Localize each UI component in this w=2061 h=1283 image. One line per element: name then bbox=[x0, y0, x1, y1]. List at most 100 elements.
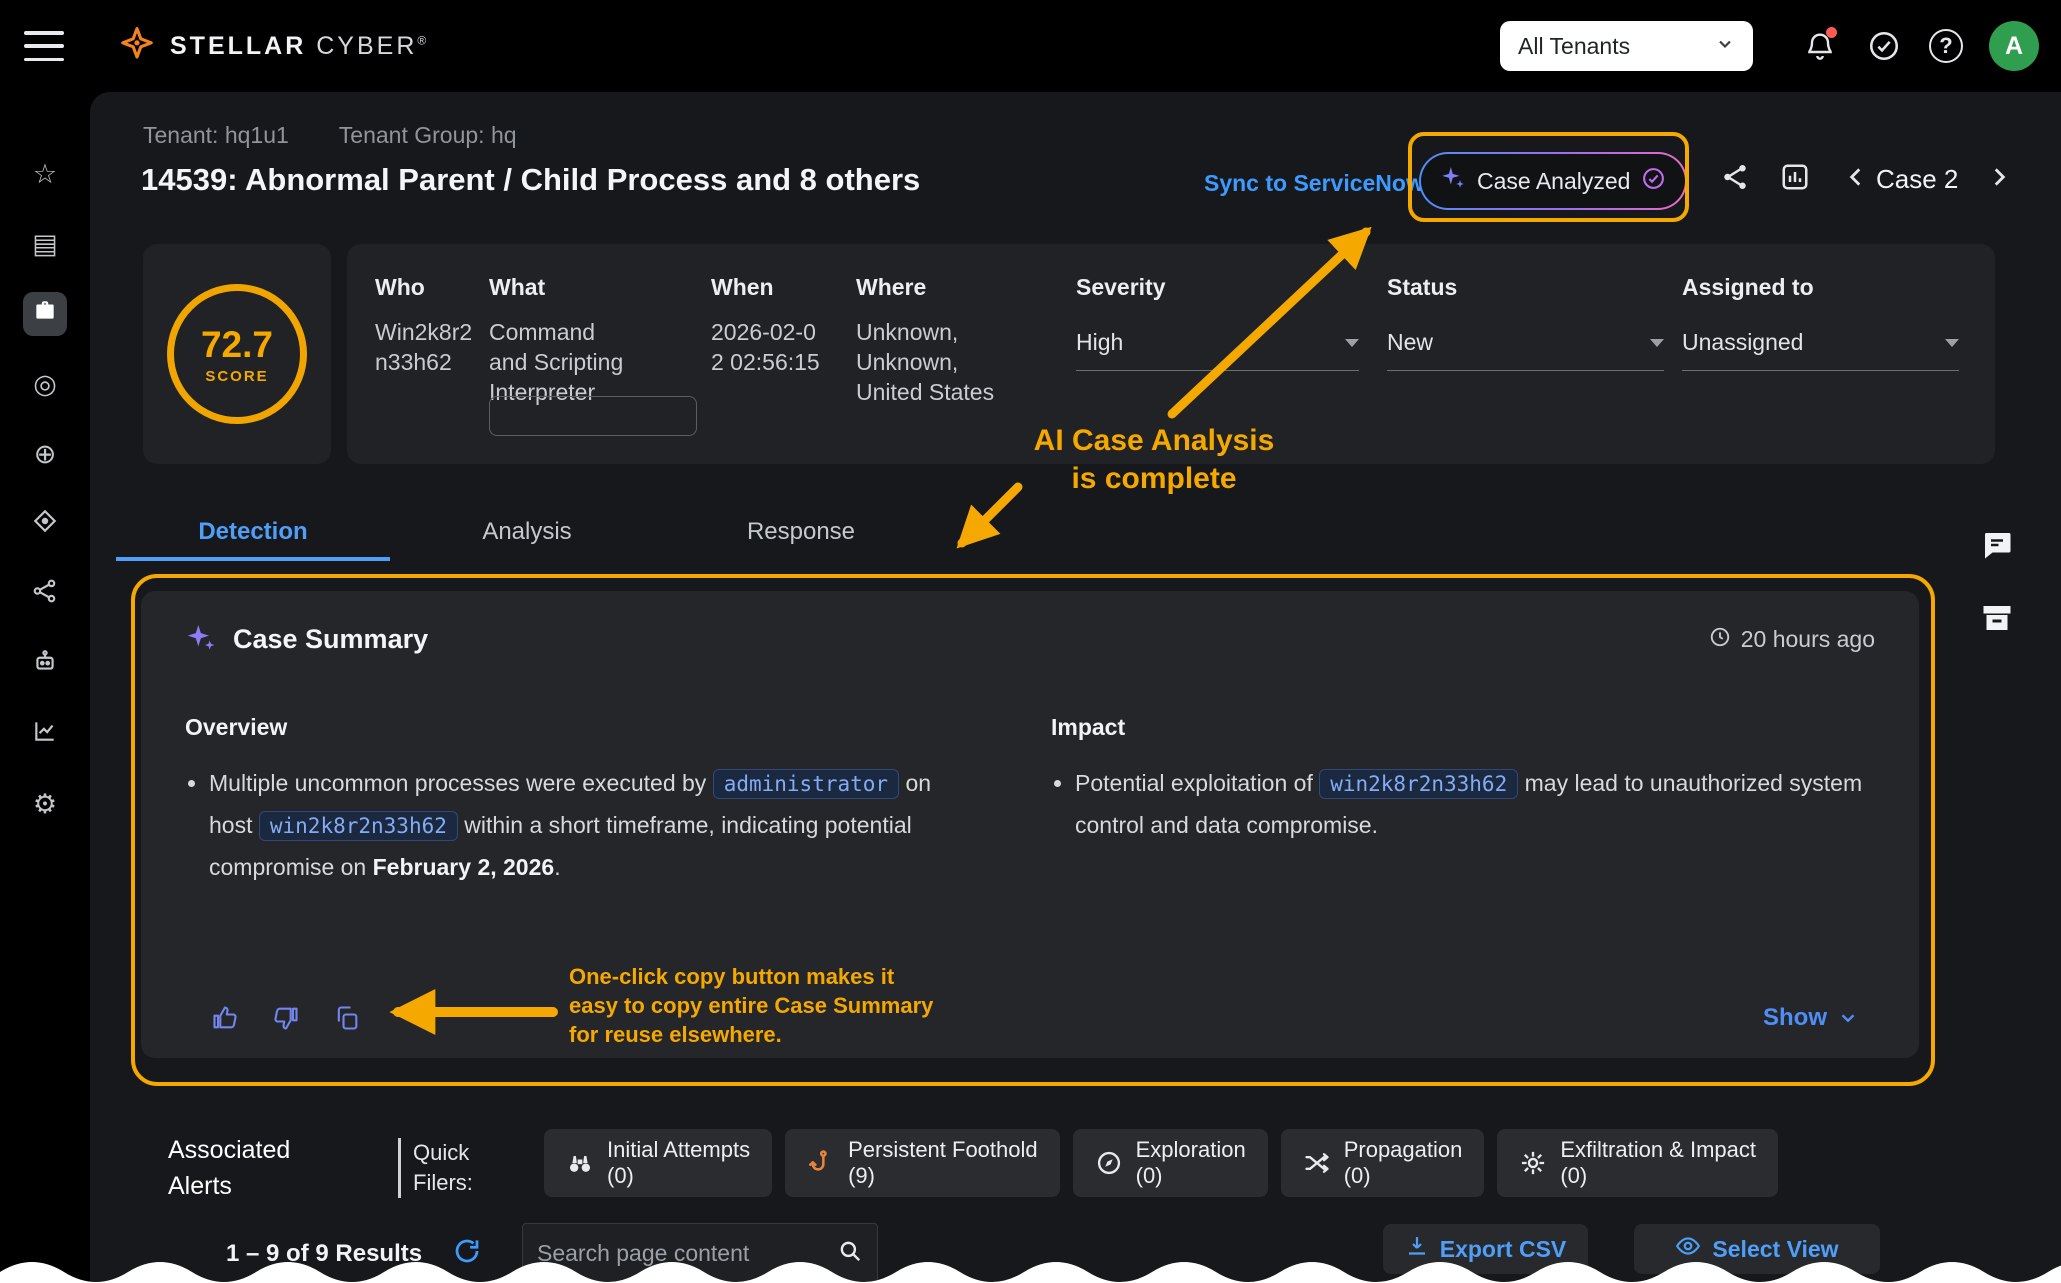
robot-icon bbox=[32, 648, 58, 681]
quick-filters-label: Quick Filers: bbox=[398, 1138, 504, 1198]
ai-sparkle-icon bbox=[185, 621, 217, 658]
overview-section: Overview Multiple uncommon processes wer… bbox=[185, 714, 945, 888]
stats-icon[interactable] bbox=[1780, 162, 1810, 197]
archive-panel-icon[interactable] bbox=[1979, 600, 2015, 641]
where-label: Where bbox=[856, 274, 1026, 301]
tab-analysis[interactable]: Analysis bbox=[390, 507, 664, 561]
bullseye-icon: ◎ bbox=[33, 369, 57, 400]
entity-chip[interactable]: win2k8r2n33h62 bbox=[1319, 769, 1518, 799]
sidebar-item-dashboards[interactable]: ▤ bbox=[23, 222, 67, 266]
filter-propagation[interactable]: Propagation(0) bbox=[1281, 1129, 1485, 1197]
refresh-icon[interactable] bbox=[452, 1236, 482, 1271]
associated-alerts-title: Associated Alerts bbox=[168, 1132, 328, 1204]
sidebar-item-automation[interactable] bbox=[23, 642, 67, 686]
avatar[interactable]: A bbox=[1989, 21, 2039, 71]
sidebar: ☆ ▤ ◎ ⊕ ⚙ bbox=[0, 92, 90, 1283]
impact-bullet: Potential exploitation of win2k8r2n33h62… bbox=[1075, 763, 1875, 846]
tab-detection[interactable]: Detection bbox=[116, 507, 390, 561]
copy-icon[interactable] bbox=[333, 1004, 361, 1032]
stellar-star-icon bbox=[118, 25, 156, 68]
tab-response[interactable]: Response bbox=[664, 507, 938, 561]
card-icon: ▤ bbox=[32, 229, 58, 260]
select-view-button[interactable]: Select View bbox=[1634, 1224, 1880, 1274]
case-analyzed-button[interactable]: Case Analyzed bbox=[1419, 152, 1687, 210]
comments-panel-icon[interactable] bbox=[1979, 527, 2015, 568]
sidebar-item-cases[interactable] bbox=[23, 292, 67, 336]
binoculars-icon bbox=[566, 1149, 594, 1177]
analyzed-check-icon bbox=[1641, 166, 1666, 197]
star-icon: ☆ bbox=[33, 159, 57, 190]
what-label: What bbox=[489, 274, 699, 301]
main-panel: Tenant: hq1u1 Tenant Group: hq 14539: Ab… bbox=[90, 92, 2061, 1283]
score-gauge: 72.7 SCORE bbox=[167, 284, 307, 424]
tasks-check-icon[interactable] bbox=[1865, 27, 1903, 65]
sync-to-servicenow-link[interactable]: Sync to ServiceNow bbox=[1204, 170, 1424, 197]
page-title: 14539: Abnormal Parent / Child Process a… bbox=[141, 162, 920, 198]
search-input[interactable] bbox=[537, 1240, 837, 1267]
sidebar-item-reports[interactable] bbox=[23, 712, 67, 756]
thumbs-up-icon[interactable] bbox=[211, 1004, 239, 1032]
chart-icon bbox=[32, 718, 58, 751]
search-box bbox=[522, 1223, 878, 1283]
virus-burst-icon bbox=[1519, 1149, 1547, 1177]
thumbs-down-icon[interactable] bbox=[272, 1004, 300, 1032]
overview-heading: Overview bbox=[185, 714, 945, 741]
sidebar-item-hunting[interactable] bbox=[23, 502, 67, 546]
what-filter-input[interactable] bbox=[489, 396, 697, 436]
sparkle-icon bbox=[1440, 165, 1466, 197]
search-icon[interactable] bbox=[837, 1238, 863, 1269]
sidebar-item-threat-intel[interactable]: ⊕ bbox=[23, 432, 67, 476]
entity-chip[interactable]: administrator bbox=[713, 769, 899, 799]
filter-exploration[interactable]: Exploration(0) bbox=[1073, 1129, 1268, 1197]
case-analyzed-label: Case Analyzed bbox=[1477, 168, 1630, 195]
who-label: Who bbox=[375, 274, 485, 301]
clock-icon bbox=[1709, 626, 1731, 654]
score-label: SCORE bbox=[205, 368, 268, 385]
impact-section: Impact Potential exploitation of win2k8r… bbox=[1051, 714, 1875, 888]
summary-timestamp: 20 hours ago bbox=[1709, 626, 1875, 654]
score-card: 72.7 SCORE bbox=[143, 244, 331, 464]
results-count: 1 – 9 of 9 Results bbox=[226, 1240, 422, 1268]
tenant-info-row: Tenant: hq1u1 Tenant Group: hq bbox=[143, 122, 517, 149]
brand-text: STELLAR CYBER® bbox=[170, 32, 429, 61]
notifications-bell-icon[interactable] bbox=[1801, 27, 1839, 65]
next-case-button[interactable] bbox=[1986, 164, 2012, 195]
sidebar-item-detections[interactable]: ◎ bbox=[23, 362, 67, 406]
share-icon[interactable] bbox=[1720, 162, 1750, 197]
assigned-to-dropdown[interactable]: Unassigned bbox=[1682, 329, 1959, 371]
sidebar-item-favorites[interactable]: ☆ bbox=[23, 152, 67, 196]
filter-persistent-foothold[interactable]: Persistent Foothold(9) bbox=[785, 1129, 1060, 1197]
globe-icon: ⊕ bbox=[34, 439, 57, 470]
severity-label: Severity bbox=[1076, 274, 1359, 301]
export-csv-button[interactable]: Export CSV bbox=[1383, 1224, 1588, 1274]
when-value: 2026-02-02 02:56:15 bbox=[711, 317, 823, 377]
briefcase-icon bbox=[32, 298, 58, 331]
impact-heading: Impact bbox=[1051, 714, 1875, 741]
topbar: STELLAR CYBER® All Tenants ? A bbox=[0, 0, 2061, 92]
case-summary-title: Case Summary bbox=[233, 624, 428, 655]
assigned-to-label: Assigned to bbox=[1682, 274, 1959, 301]
tab-bar: Detection Analysis Response bbox=[116, 507, 938, 561]
severity-dropdown[interactable]: High bbox=[1076, 329, 1359, 371]
sidebar-item-settings[interactable]: ⚙ bbox=[23, 782, 67, 826]
previous-case-button[interactable] bbox=[1843, 164, 1869, 195]
tenant-selector[interactable]: All Tenants bbox=[1500, 21, 1753, 71]
filter-exfiltration-impact[interactable]: Exfiltration & Impact(0) bbox=[1497, 1129, 1778, 1197]
case-info-card: Who Win2k8r2n33h62 What Command and Scri… bbox=[347, 244, 1995, 464]
entity-chip[interactable]: win2k8r2n33h62 bbox=[259, 811, 458, 841]
help-icon[interactable]: ? bbox=[1929, 29, 1963, 63]
menu-icon[interactable] bbox=[24, 31, 64, 61]
eye-icon bbox=[1675, 1233, 1701, 1265]
kill-chain-filter-row: Initial Attempts(0) Persistent Foothold(… bbox=[544, 1129, 1778, 1197]
sidebar-item-correlation[interactable] bbox=[23, 572, 67, 616]
chevron-down-icon bbox=[1345, 339, 1359, 347]
status-dropdown[interactable]: New bbox=[1387, 329, 1664, 371]
score-value: 72.7 bbox=[201, 324, 273, 366]
filter-initial-attempts[interactable]: Initial Attempts(0) bbox=[544, 1129, 772, 1197]
download-icon bbox=[1405, 1234, 1429, 1264]
who-value: Win2k8r2n33h62 bbox=[375, 317, 480, 377]
overview-bullet: Multiple uncommon processes were execute… bbox=[209, 763, 945, 888]
tenant-group-label: Tenant Group: hq bbox=[339, 122, 517, 149]
where-value: Unknown, Unknown, United States bbox=[856, 317, 1016, 407]
show-toggle[interactable]: Show bbox=[1763, 1004, 1859, 1032]
